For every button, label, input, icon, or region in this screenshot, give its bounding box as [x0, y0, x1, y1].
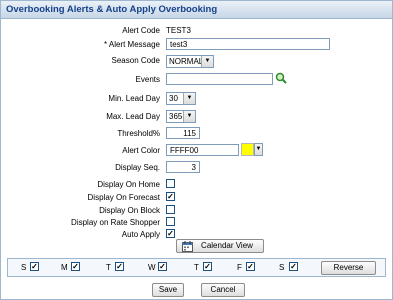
threshold-input[interactable] — [166, 127, 200, 139]
events-input[interactable] — [166, 73, 273, 85]
calendar-view-label: Calendar View — [201, 241, 253, 250]
display-on-block-checkbox[interactable] — [166, 205, 175, 214]
threshold-label: Threshold% — [117, 129, 160, 138]
display-on-block-label: Display On Block — [99, 206, 160, 215]
day-label-sat: S — [279, 263, 285, 272]
season-code-value: NORMAL — [169, 57, 204, 66]
auto-apply-checkbox[interactable]: ✓ — [166, 229, 175, 238]
alert-code-label: Alert Code — [122, 26, 160, 35]
alert-message-label: * Alert Message — [103, 40, 160, 49]
season-code-select[interactable]: NORMAL ▼ — [166, 55, 214, 68]
chevron-down-icon: ▼ — [183, 93, 195, 104]
display-on-forecast-label: Display On Forecast — [87, 193, 160, 202]
day-checkbox-tue[interactable]: ✓ — [115, 262, 124, 271]
display-on-rate-shopper-checkbox[interactable] — [166, 217, 175, 226]
display-on-home-label: Display On Home — [97, 180, 160, 189]
chevron-down-icon: ▼ — [201, 56, 213, 67]
day-checkbox-thu[interactable]: ✓ — [203, 262, 212, 271]
day-label-wed: W — [148, 263, 156, 272]
events-label: Events — [135, 75, 160, 84]
day-checkbox-sun[interactable]: ✓ — [30, 262, 39, 271]
season-code-label: Season Code — [111, 56, 160, 65]
min-lead-day-label: Min. Lead Day — [108, 94, 160, 103]
display-on-home-checkbox[interactable] — [166, 179, 175, 188]
day-checkbox-wed[interactable]: ✓ — [158, 262, 167, 271]
max-lead-day-value: 365 — [169, 112, 183, 121]
day-label-sun: S — [21, 263, 27, 272]
day-label-tue: T — [106, 263, 111, 272]
display-on-rate-shopper-label: Display on Rate Shopper — [71, 218, 160, 227]
max-lead-day-label: Max. Lead Day — [106, 112, 160, 121]
max-lead-day-select[interactable]: 365 ▼ — [166, 110, 196, 123]
alert-color-swatch[interactable] — [241, 143, 254, 156]
alert-code-value: TEST3 — [166, 26, 191, 35]
chevron-down-icon[interactable]: ▼ — [254, 143, 263, 156]
day-checkbox-mon[interactable]: ✓ — [71, 262, 80, 271]
display-seq-input[interactable] — [166, 161, 200, 173]
search-icon[interactable] — [275, 72, 287, 84]
reverse-button[interactable]: Reverse — [321, 261, 376, 275]
display-on-forecast-checkbox[interactable]: ✓ — [166, 192, 175, 201]
day-label-thu: T — [194, 263, 199, 272]
window-title: Overbooking Alerts & Auto Apply Overbook… — [6, 4, 218, 15]
display-seq-label: Display Seq. — [115, 163, 160, 172]
calendar-icon — [182, 241, 193, 252]
calendar-view-button[interactable]: Calendar View — [176, 239, 264, 253]
title-bar: Overbooking Alerts & Auto Apply Overbook… — [1, 1, 392, 19]
day-checkbox-fri[interactable]: ✓ — [246, 262, 255, 271]
alert-color-label: Alert Color — [122, 146, 160, 155]
chevron-down-icon: ▼ — [183, 111, 195, 122]
day-label-fri: F — [237, 263, 242, 272]
save-button[interactable]: Save — [152, 283, 184, 297]
cancel-button[interactable]: Cancel — [201, 283, 245, 297]
alert-message-input[interactable] — [166, 38, 330, 50]
alert-color-input[interactable] — [166, 144, 239, 156]
day-label-mon: M — [61, 263, 68, 272]
min-lead-day-select[interactable]: 30 ▼ — [166, 92, 196, 105]
min-lead-day-value: 30 — [169, 94, 178, 103]
auto-apply-label: Auto Apply — [121, 230, 160, 239]
day-checkbox-sat[interactable]: ✓ — [289, 262, 298, 271]
